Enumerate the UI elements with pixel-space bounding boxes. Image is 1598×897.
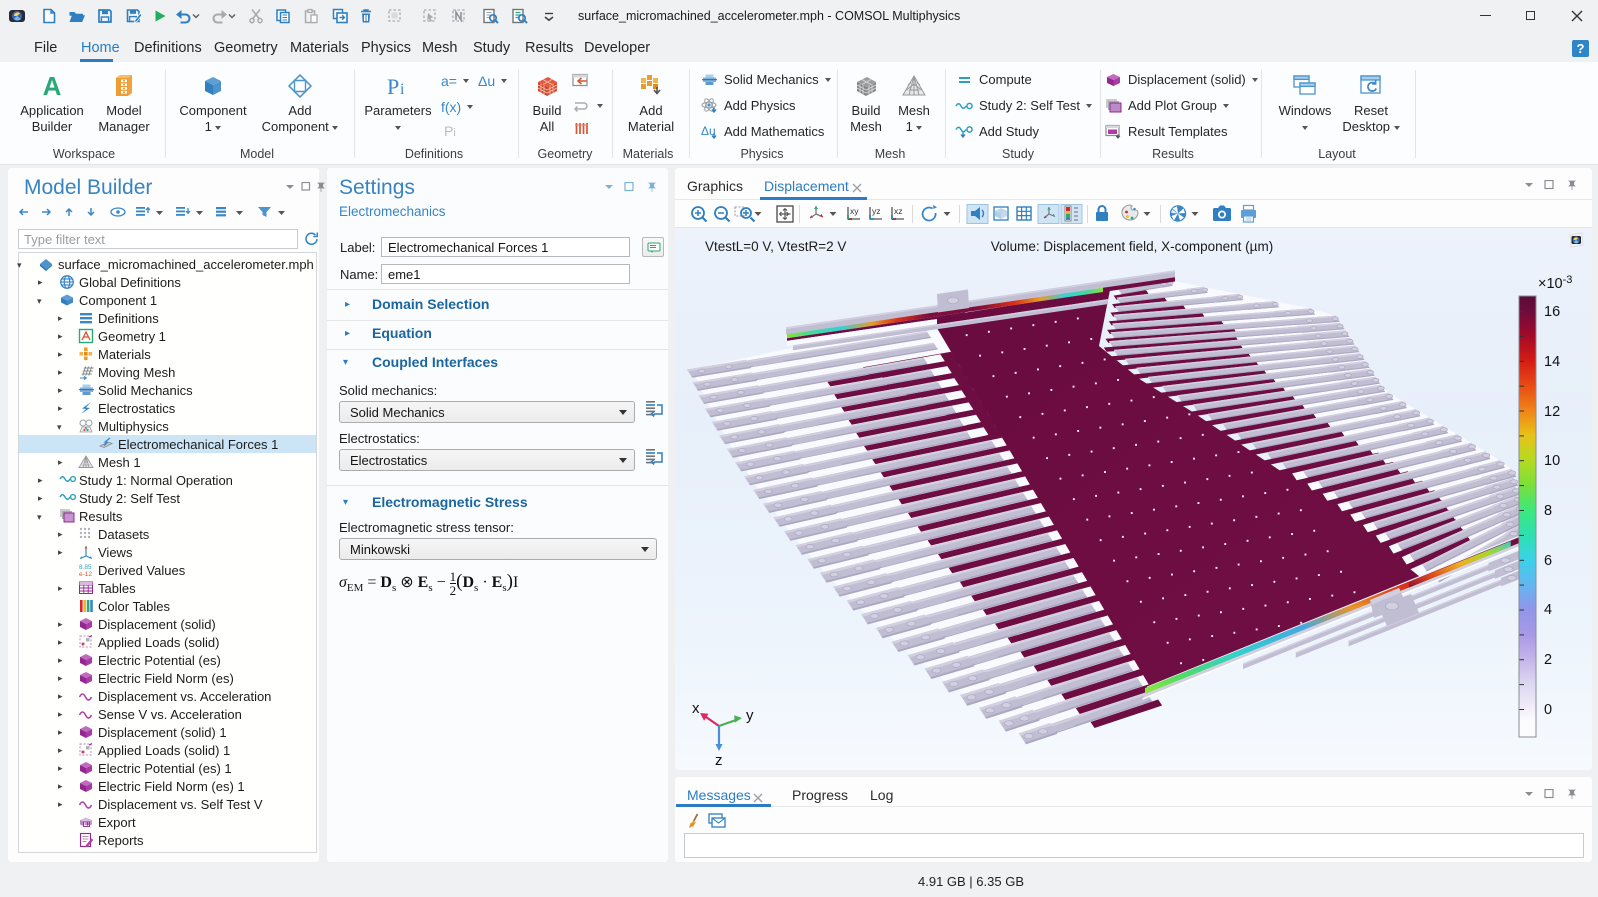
svg-text:yz: yz xyxy=(872,206,881,216)
svg-text:14: 14 xyxy=(1544,354,1560,370)
svg-text:A: A xyxy=(43,73,62,99)
svg-text:6: 6 xyxy=(1544,553,1552,569)
svg-text:10: 10 xyxy=(1544,453,1560,469)
svg-text:0: 0 xyxy=(1544,702,1552,718)
svg-text:16: 16 xyxy=(1544,304,1560,320)
svg-text:z: z xyxy=(715,752,723,769)
svg-text:4: 4 xyxy=(1544,602,1552,618)
svg-text:2: 2 xyxy=(1544,652,1552,668)
svg-text:xz: xz xyxy=(894,206,903,216)
svg-text:y: y xyxy=(746,707,754,724)
svg-text:8: 8 xyxy=(1544,503,1552,519)
svg-text:x: x xyxy=(692,700,700,717)
svg-text:12: 12 xyxy=(1544,404,1560,420)
svg-text:P: P xyxy=(387,74,399,99)
svg-text:xy: xy xyxy=(850,206,859,216)
svg-text:8.85: 8.85 xyxy=(79,564,92,571)
svg-text:e-12: e-12 xyxy=(79,571,92,578)
svg-text:i: i xyxy=(400,81,405,98)
